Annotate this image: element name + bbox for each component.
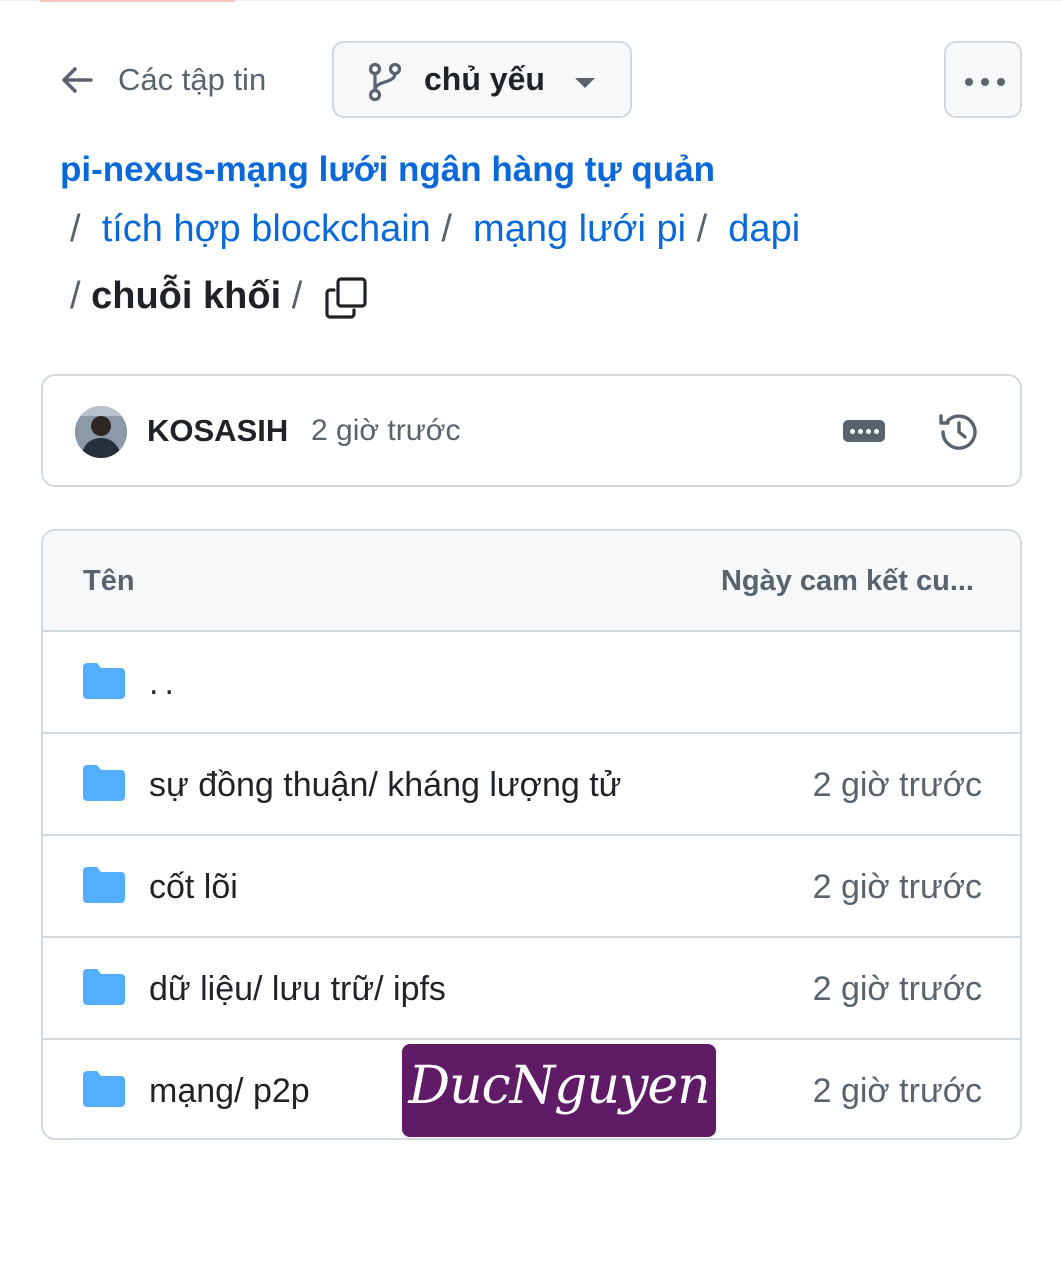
file-name[interactable]: cốt lõi [149,868,238,907]
back-label: Các tập tin [118,62,267,97]
branch-label: chủ yếu [424,61,545,97]
commit-author[interactable]: KOSASIH [147,413,288,449]
arrow-left-icon [62,67,93,93]
commit-time: 2 giờ trước [311,414,461,447]
ellipsis-dot [866,429,871,434]
breadcrumb-current: chuỗi khối [91,274,282,317]
avatar-image [75,406,127,458]
table-row[interactable]: sự đồng thuận/ kháng lượng tử 2 giờ trướ… [43,734,1020,836]
watermark-text: DucNguyen [408,1056,710,1116]
folder-icon [83,765,125,801]
ellipsis-dot [850,429,855,434]
copy-icon [325,277,367,319]
folder-icon [83,663,125,699]
back-to-files-button[interactable]: Các tập tin [60,52,266,108]
latest-commit-box: KOSASIH 2 giờ trước [41,374,1022,487]
page: Các tập tin chủ yếu pi-nexus-mạng lưới n… [0,0,1062,1280]
table-row-parent-directory[interactable]: .. [43,632,1020,734]
more-options-button[interactable] [944,41,1022,118]
file-name[interactable]: sự đồng thuận/ kháng lượng tử [149,766,621,805]
file-name[interactable]: dữ liệu/ lưu trữ/ ipfs [149,970,446,1009]
file-name[interactable]: .. [149,664,180,703]
breadcrumb-link-blockchain[interactable]: tích hợp blockchain [102,208,431,250]
top-accent-line [40,0,235,2]
file-name[interactable]: mạng/ p2p [149,1072,310,1111]
breadcrumb-separator: / [291,274,303,317]
copy-path-button[interactable] [324,276,368,320]
folder-icon [83,1071,125,1107]
breadcrumb-link-dapi[interactable]: dapi [728,208,800,250]
branch-selector-button[interactable]: chủ yếu [332,41,632,118]
breadcrumb-separator: / [696,208,708,250]
table-row[interactable]: dữ liệu/ lưu trữ/ ipfs 2 giờ trước [43,938,1020,1040]
git-branch-icon [368,62,402,102]
history-icon [939,414,977,450]
file-date: 2 giờ trước [812,868,982,906]
breadcrumb-path: / tích hợp blockchain / mạng lưới pi / d… [70,208,800,251]
column-header-commit-date: Ngày cam kết cu... [720,565,974,597]
watermark-badge: DucNguyen [402,1044,716,1137]
table-header: Tên Ngày cam kết cu... [43,531,1020,632]
file-date: 2 giờ trước [812,1072,982,1110]
file-date: 2 giờ trước [812,766,982,804]
history-button[interactable] [937,410,981,454]
file-date: 2 giờ trước [812,970,982,1008]
breadcrumb-repo-link[interactable]: pi-nexus-mạng lưới ngân hàng tự quản [60,150,715,190]
folder-icon [83,969,125,1005]
ellipsis-dot [858,429,863,434]
breadcrumb-link-pi-network[interactable]: mạng lưới pi [473,208,686,250]
table-row[interactable]: cốt lõi 2 giờ trước [43,836,1020,938]
breadcrumb-separator: / [70,208,81,250]
folder-icon [83,867,125,903]
column-header-name: Tên [83,565,135,597]
commit-message-toggle-button[interactable] [843,420,885,442]
kebab-horizontal-icon [965,78,1005,86]
breadcrumb-current-line: / chuỗi khối / [70,274,368,320]
breadcrumb-separator: / [70,274,81,317]
breadcrumb-separator: / [441,208,452,250]
caret-down-icon [575,78,595,88]
ellipsis-dot [874,429,879,434]
avatar[interactable] [75,406,127,458]
